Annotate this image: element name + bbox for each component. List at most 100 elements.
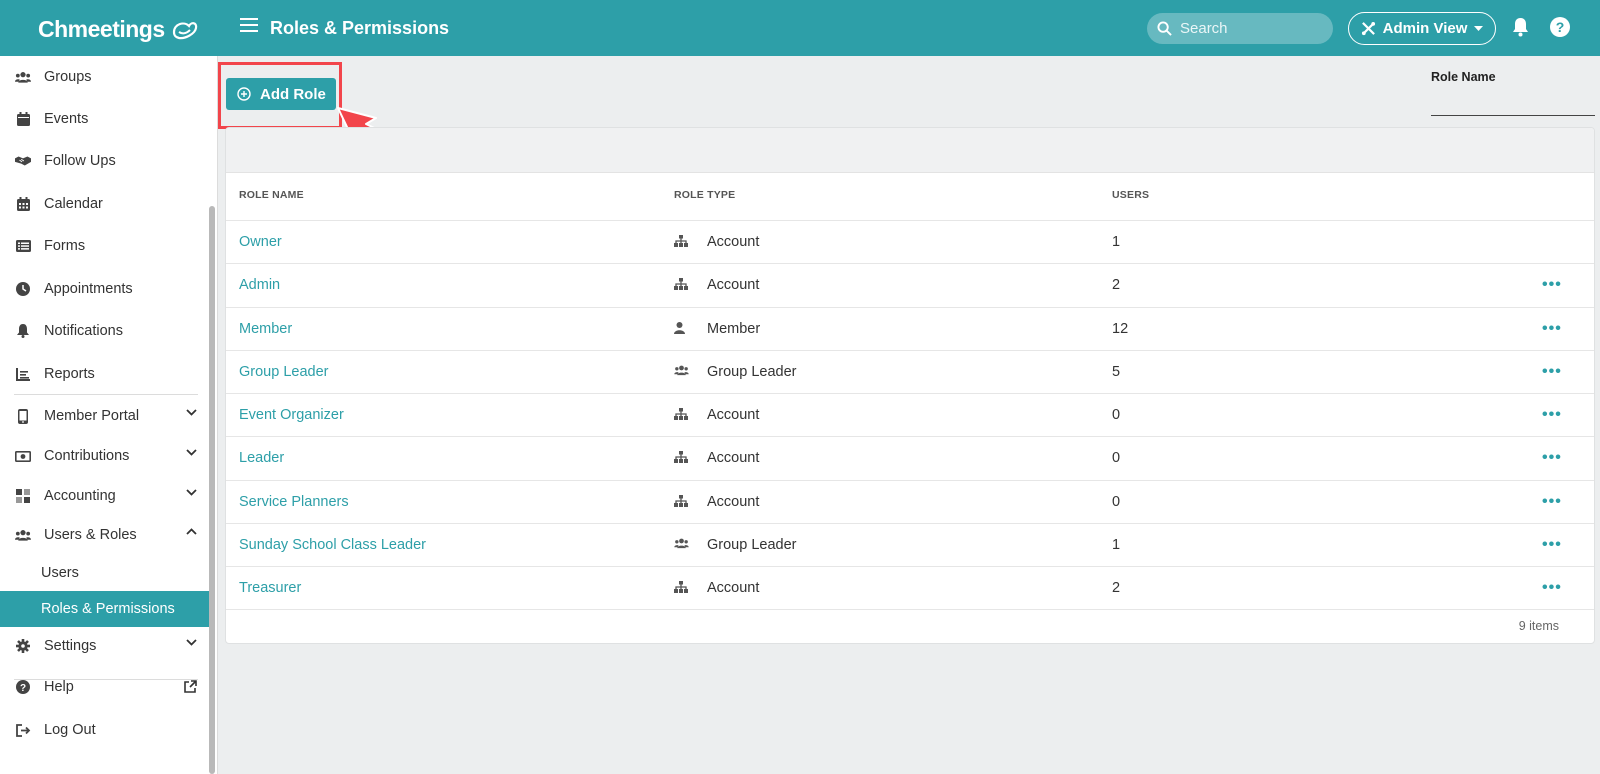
role-type: Account [707,407,760,424]
row-actions-icon[interactable]: ••• [1542,363,1562,381]
table-row: Member Member 12 ••• [226,306,1594,350]
sidebar-item-label: Appointments [44,281,133,297]
question-icon: ? [15,679,31,695]
role-name-link[interactable]: Owner [239,234,282,250]
role-type: Group Leader [707,363,797,380]
user-count: 1 [1112,537,1121,554]
chevron-down-icon [186,489,197,496]
sitemap-icon [674,451,688,464]
sidebar-item-label: Events [44,111,89,127]
sidebar-item-notifications[interactable]: Notifications [0,311,210,351]
sidebar-item-label: Calendar [44,196,103,212]
sidebar-item-reports[interactable]: Reports [0,354,210,394]
sidebar-item-label: Contributions [44,448,130,464]
list-icon [15,238,31,254]
users-icon [674,365,689,376]
row-actions-icon[interactable]: ••• [1542,536,1562,554]
row-actions-icon[interactable]: ••• [1542,276,1562,294]
role-type: Account [707,234,760,250]
role-name-link[interactable]: Group Leader [239,364,328,380]
sidebar-item-appointments[interactable]: Appointments [0,269,210,309]
role-type: Account [707,493,760,510]
sitemap-icon [674,278,688,291]
table-row: Group Leader Group Leader 5 ••• [226,349,1594,393]
logo-mark-icon [172,21,197,39]
sidebar-item-label: Reports [44,366,95,382]
table-row: Owner Account 1 [226,220,1594,263]
sidebar-item-label: Log Out [44,722,96,738]
sidebar-item-accounting[interactable]: Accounting [0,476,210,516]
notifications-bell-icon[interactable] [1512,17,1529,37]
users-icon [15,69,31,85]
role-name-link[interactable]: Sunday School Class Leader [239,537,426,553]
clock-icon [15,281,31,297]
column-header-role-type[interactable]: ROLE TYPE [674,189,735,201]
sidebar-item-settings[interactable]: Settings [0,626,210,666]
user-icon [674,321,685,334]
help-icon[interactable]: ? [1550,17,1570,37]
row-actions-icon[interactable]: ••• [1542,579,1562,597]
sidebar-item-events[interactable]: Events [0,99,210,139]
column-header-users[interactable]: USERS [1112,189,1149,201]
sidebar-subitem-users[interactable]: Users [0,555,210,591]
role-name-filter-input[interactable] [1431,98,1595,116]
add-role-button[interactable]: Add Role [226,78,336,110]
sidebar-item-calendar[interactable]: Calendar [0,184,210,224]
sidebar-scrollbar[interactable] [209,206,215,774]
sidebar-item-log-out[interactable]: Log Out [0,710,210,750]
sidebar-item-label: Follow Ups [44,153,116,169]
role-type: Group Leader [707,537,797,554]
calendar-icon [15,111,31,127]
roles-table-card: ROLE NAME ROLE TYPE USERS Owner Account … [225,127,1595,644]
search-box[interactable] [1147,13,1333,44]
tools-icon [1361,21,1375,36]
view-switcher-button[interactable]: Admin View [1348,12,1496,45]
gear-icon [15,638,31,654]
table-row: Leader Account 0 ••• [226,436,1594,479]
sidebar-item-contributions[interactable]: Contributions [0,436,210,476]
role-type: Member [707,320,761,337]
sidebar-item-users-roles[interactable]: Users & Roles [0,515,210,555]
row-actions-icon[interactable]: ••• [1542,406,1562,424]
row-actions-icon[interactable]: ••• [1542,320,1562,338]
search-input[interactable] [1180,20,1320,37]
users-icon [15,527,31,543]
logo-text: Chmeetings [38,16,165,42]
user-count: 0 [1112,450,1121,467]
bell-icon [15,323,31,339]
role-name-link[interactable]: Member [239,321,292,337]
role-name-link[interactable]: Treasurer [239,580,301,596]
role-type: Account [707,277,760,294]
svg-text:?: ? [20,683,26,694]
sidebar-item-member-portal[interactable]: Member Portal [0,396,210,436]
role-name-link[interactable]: Leader [239,450,284,466]
app-logo[interactable]: Chmeetings [38,16,199,43]
menu-toggle-icon[interactable] [240,18,258,34]
logout-icon [15,722,31,738]
sidebar-item-help[interactable]: ? Help [0,667,210,707]
row-actions-icon[interactable]: ••• [1542,449,1562,467]
row-actions-icon[interactable]: ••• [1542,493,1562,511]
view-switcher-label: Admin View [1382,20,1468,37]
user-count: 2 [1112,277,1121,294]
table-body: Owner Account 1 Admin Account 2 ••• Memb… [226,220,1594,610]
role-name-link[interactable]: Event Organizer [239,407,344,423]
sidebar-item-label: Forms [44,238,86,254]
sidebar-subitem-roles-permissions[interactable]: Roles & Permissions [0,591,210,627]
sidebar-item-label: Groups [44,69,92,85]
sitemap-icon [674,581,688,594]
add-role-label: Add Role [260,85,326,103]
sidebar-item-forms[interactable]: Forms [0,226,210,266]
grid-icon [15,488,31,504]
role-name-link[interactable]: Admin [239,277,280,293]
sidebar-item-label: Settings [44,638,97,654]
role-name-link[interactable]: Service Planners [239,494,349,510]
user-count: 2 [1112,580,1121,597]
handshake-icon [15,153,31,169]
sidebar-item-groups[interactable]: Groups [0,57,210,97]
table-row: Sunday School Class Leader Group Leader … [226,523,1594,566]
sidebar-item-follow-ups[interactable]: Follow Ups [0,141,210,181]
user-count: 0 [1112,493,1121,510]
column-header-role-name[interactable]: ROLE NAME [239,189,304,201]
sidebar-item-label: Member Portal [44,408,140,424]
